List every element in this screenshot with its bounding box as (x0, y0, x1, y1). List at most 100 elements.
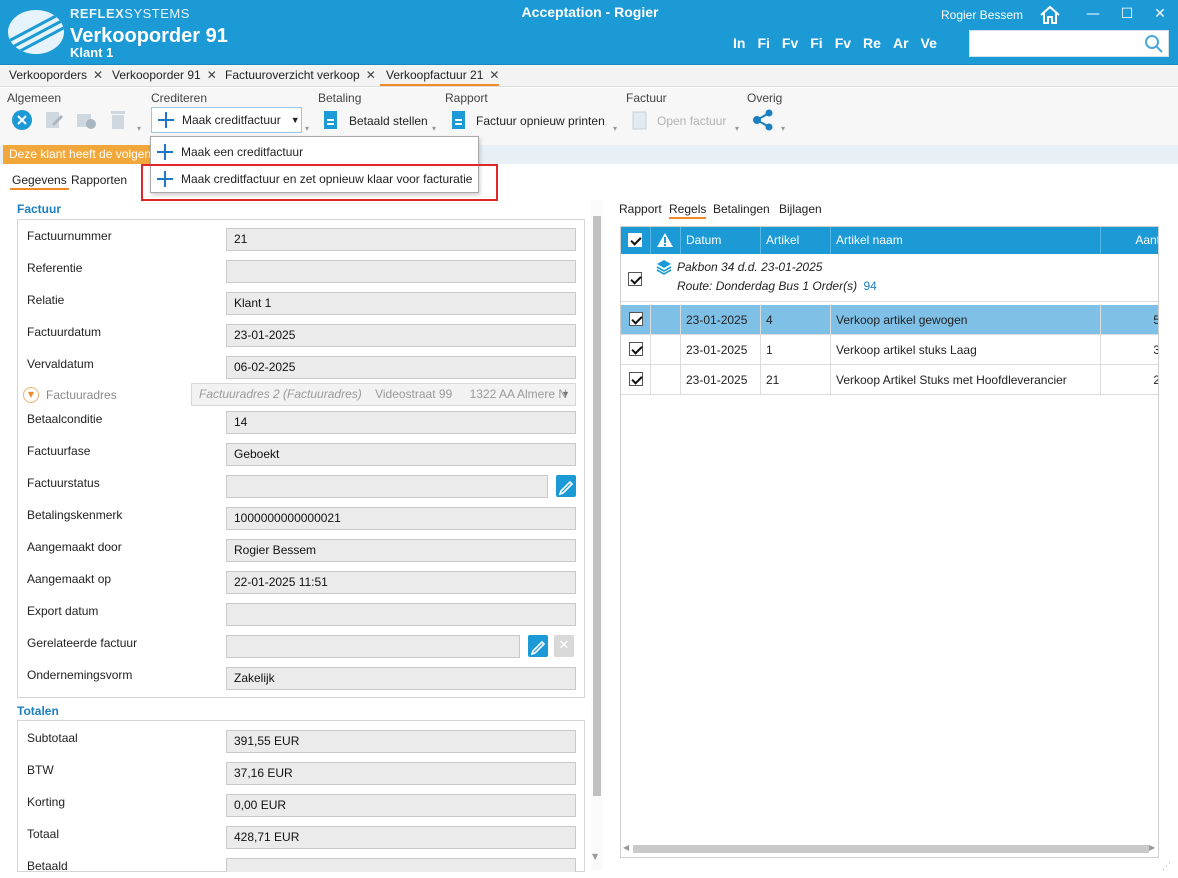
grid-horizontal-scrollbar[interactable] (633, 845, 1149, 853)
row-warning-cell (651, 335, 681, 365)
shortcut-ar[interactable]: Ar (893, 35, 909, 51)
chevron-down-icon[interactable]: ▾ (735, 124, 739, 133)
group-checkbox[interactable] (628, 272, 642, 286)
order-link[interactable]: 94 (863, 279, 876, 293)
edit-related-invoice-button[interactable] (528, 635, 548, 657)
scroll-down-icon[interactable]: ▼ (592, 852, 598, 861)
scrollbar-thumb[interactable] (593, 216, 601, 796)
chevron-down-icon[interactable]: ▾ (137, 124, 141, 133)
field-gerelateerde-factuur (226, 635, 520, 658)
column-header-artikel[interactable]: Artikel (761, 227, 831, 254)
user-name[interactable]: Rogier Bessem (941, 8, 1023, 22)
cell-artikel-naam: Verkoop artikel stuks Laag (831, 335, 1101, 365)
tab-bijlagen[interactable]: Bijlagen (779, 201, 822, 219)
address-select[interactable]: Factuuradres 2 (Factuuradres) Videostraa… (191, 383, 576, 406)
share-nodes-icon[interactable] (752, 109, 774, 131)
cell-aantal: 5 (1101, 305, 1158, 335)
expand-address-icon[interactable]: ▼ (23, 387, 39, 403)
resize-grip-icon[interactable]: ⋰ (1162, 862, 1171, 872)
chevron-down-icon[interactable]: ▾ (613, 124, 617, 133)
label-factuuradres: Factuuradres (46, 388, 117, 402)
clear-related-invoice-button[interactable]: ✕ (554, 635, 574, 657)
group-row-pakbon[interactable]: Pakbon 34 d.d. 23-01-2025 Route: Donderd… (621, 254, 1158, 302)
form-scrollbar[interactable]: ▼ (591, 200, 603, 870)
row-checkbox[interactable] (629, 312, 643, 326)
column-header-aantal[interactable]: Aant (1101, 227, 1158, 254)
tab-betalingen[interactable]: Betalingen (713, 201, 770, 219)
close-tab-icon[interactable]: ✕ (93, 68, 103, 82)
label-totaal: Totaal (27, 827, 60, 841)
tab-verkooporder-91[interactable]: Verkooporder 91 ✕ (106, 65, 217, 86)
minimize-button[interactable]: — (1082, 4, 1104, 24)
open-invoice-button[interactable]: Open factuur (632, 109, 726, 133)
cell-aantal: 3 (1101, 335, 1158, 365)
cancel-icon[interactable] (11, 109, 33, 131)
cell-artikel-naam: Verkoop artikel gewogen (831, 305, 1101, 335)
tab-rapporten[interactable]: Rapporten (69, 172, 129, 190)
tab-verkoopfactuur-21[interactable]: Verkoopfactuur 21 ✕ (380, 65, 500, 86)
field-aangemaakt-op: 22-01-2025 11:51 (226, 571, 576, 594)
table-row[interactable]: 23-01-2025 4 Verkoop artikel gewogen 5 (621, 305, 1158, 335)
group-label-rapport: Rapport (445, 91, 488, 105)
label-factuurfase: Factuurfase (27, 444, 91, 458)
tab-gegevens[interactable]: Gegevens (10, 172, 69, 190)
create-credit-invoice-button[interactable]: Maak creditfactuur ▼ (151, 107, 302, 133)
customer-warning-banner[interactable]: Deze klant heeft de volgende (3, 145, 153, 164)
shortcut-fi[interactable]: Fi (757, 35, 769, 51)
select-all-checkbox[interactable] (628, 233, 642, 247)
search-icon[interactable] (1144, 34, 1164, 54)
shortcut-re[interactable]: Re (863, 35, 881, 51)
group-label-factuur: Factuur (626, 91, 667, 105)
mark-paid-button[interactable]: Betaald stellen (322, 109, 428, 133)
group-title: Pakbon 34 d.d. 23-01-2025 (677, 260, 823, 274)
pencil-icon (558, 480, 574, 496)
tab-factuuroverzicht[interactable]: Factuuroverzicht verkoop ✕ (219, 65, 376, 86)
scroll-left-icon[interactable]: ◀ (623, 843, 629, 852)
cell-datum: 23-01-2025 (681, 305, 761, 335)
shortcut-fi-2[interactable]: Fi (810, 35, 822, 51)
tab-regels[interactable]: Regels (669, 201, 707, 219)
table-row[interactable]: 23-01-2025 1 Verkoop artikel stuks Laag … (621, 335, 1158, 365)
tab-rapport[interactable]: Rapport (619, 201, 662, 219)
trash-icon (111, 111, 125, 129)
scroll-right-icon[interactable]: ▶ (1149, 843, 1155, 852)
shortcut-ve[interactable]: Ve (921, 35, 937, 51)
table-row[interactable]: 23-01-2025 21 Verkoop Artikel Stuks met … (621, 365, 1158, 395)
close-tab-icon[interactable]: ✕ (489, 68, 499, 82)
close-button[interactable]: ✕ (1149, 4, 1171, 24)
shortcut-in[interactable]: In (733, 35, 745, 51)
plus-icon (157, 144, 173, 160)
label-aangemaakt-op: Aangemaakt op (27, 572, 112, 586)
highlight-annotation (141, 164, 498, 201)
row-checkbox[interactable] (629, 342, 643, 356)
reprint-invoice-button[interactable]: Factuur opnieuw printen (450, 109, 605, 133)
header-select-all[interactable] (621, 227, 651, 254)
maximize-button[interactable]: ☐ (1116, 4, 1138, 24)
field-relatie: Klant 1 (226, 292, 576, 315)
edit-status-button[interactable] (556, 475, 576, 497)
shortcut-fv[interactable]: Fv (782, 35, 798, 51)
field-totaal: 428,71 EUR (226, 826, 576, 849)
tab-verkooporders[interactable]: Verkooporders ✕ (3, 65, 103, 86)
menu-item-create-credit-invoice[interactable]: Maak een creditfactuur (151, 139, 478, 165)
field-factuurnummer: 21 (226, 228, 576, 251)
search-input[interactable] (969, 30, 1169, 57)
shortcut-fv-2[interactable]: Fv (835, 35, 851, 51)
label-btw: BTW (27, 763, 54, 777)
document-tabs: Verkooporders ✕ Verkooporder 91 ✕ Factuuro… (0, 65, 1178, 87)
chevron-down-icon[interactable]: ▾ (305, 124, 309, 133)
label-betaalconditie: Betaalconditie (27, 412, 103, 426)
column-header-artikel-naam[interactable]: Artikel naam (831, 227, 1101, 254)
close-tab-icon[interactable]: ✕ (366, 68, 376, 82)
column-header-datum[interactable]: Datum (681, 227, 761, 254)
close-tab-icon[interactable]: ✕ (207, 68, 217, 82)
home-icon[interactable] (1039, 4, 1061, 26)
chevron-down-icon[interactable]: ▾ (432, 124, 436, 133)
row-checkbox[interactable] (629, 372, 643, 386)
pencil-icon (530, 640, 546, 656)
group-label-algemeen: Algemeen (7, 91, 62, 105)
chevron-down-icon[interactable]: ▼ (561, 384, 570, 405)
chevron-down-icon[interactable]: ▼ (291, 115, 300, 125)
chevron-down-icon[interactable]: ▾ (781, 124, 785, 133)
field-betaald (226, 858, 576, 872)
